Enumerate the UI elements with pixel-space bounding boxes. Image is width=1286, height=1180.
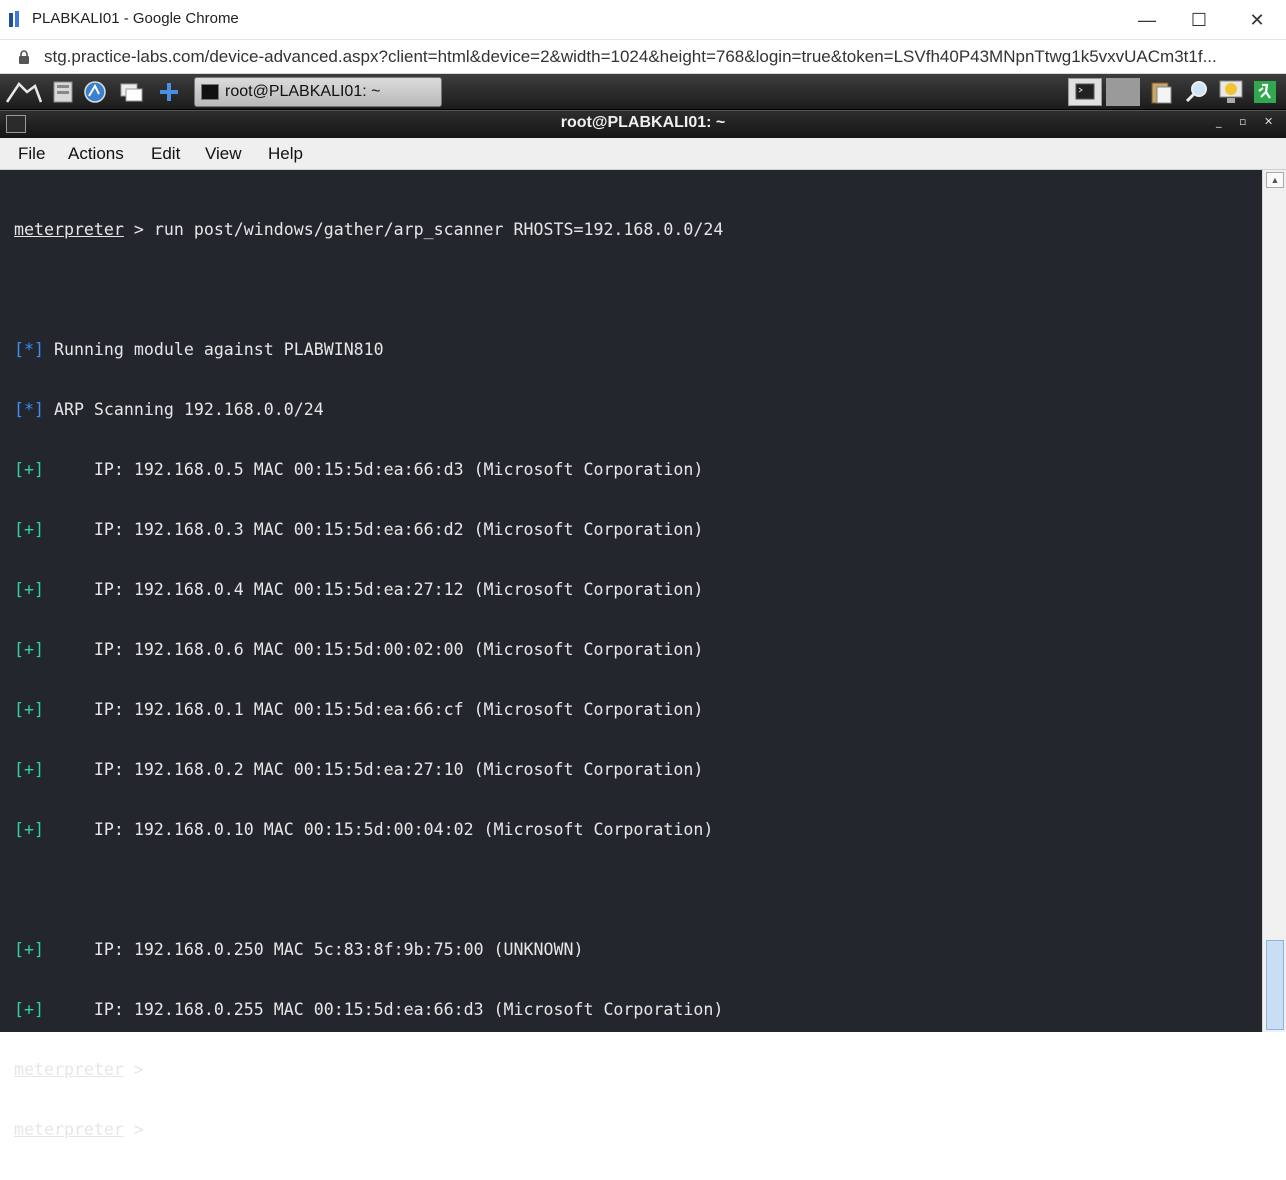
minimize-button[interactable]: —: [1124, 6, 1170, 34]
menu-help[interactable]: Help: [268, 144, 303, 164]
terminal-minimize-icon[interactable]: _: [1216, 115, 1222, 128]
maximize-button[interactable]: ☐: [1176, 6, 1222, 34]
result-tag: [+]: [14, 580, 44, 599]
menu-bar: File Actions Edit View Help: [0, 138, 1286, 170]
result-tag: [+]: [14, 820, 44, 839]
prompt-label: meterpreter: [14, 1120, 124, 1139]
browser-icon[interactable]: [82, 79, 108, 105]
result-text: IP: 192.168.0.5 MAC 00:15:5d:ea:66:d3 (M…: [43, 460, 704, 479]
result-tag: [+]: [14, 700, 44, 719]
text-cursor: [153, 1120, 164, 1138]
result-text: IP: 192.168.0.255 MAC 00:15:5d:ea:66:d3 …: [43, 1000, 724, 1019]
info-tag: [*]: [14, 340, 44, 359]
search-icon[interactable]: [1184, 79, 1210, 105]
menu-file[interactable]: File: [18, 144, 45, 164]
command-line: meterpreter > run post/windows/gather/ar…: [14, 220, 723, 240]
result-text: IP: 192.168.0.10 MAC 00:15:5d:00:04:02 (…: [43, 820, 714, 839]
menu-edit[interactable]: Edit: [151, 144, 180, 164]
command-text: > run post/windows/gather/arp_scanner RH…: [123, 220, 724, 239]
menu-actions[interactable]: Actions: [68, 144, 124, 164]
result-line: [+] IP: 192.168.0.5 MAC 00:15:5d:ea:66:d…: [14, 460, 723, 480]
maximize-icon: ☐: [1190, 9, 1208, 30]
minimize-icon: —: [1138, 9, 1156, 30]
close-icon: ✕: [1249, 9, 1265, 30]
clipboard-icon[interactable]: [1148, 79, 1174, 105]
result-text: IP: 192.168.0.6 MAC 00:15:5d:00:02:00 (M…: [43, 640, 704, 659]
prompt-suffix: >: [123, 1120, 154, 1139]
lock-icon[interactable]: [18, 50, 30, 64]
add-icon[interactable]: [156, 79, 182, 105]
file-manager-icon[interactable]: [50, 79, 76, 105]
terminal-icon: [201, 84, 219, 100]
result-line: [+] IP: 192.168.0.255 MAC 00:15:5d:ea:66…: [14, 1000, 723, 1020]
terminal-window-title: root@PLABKALI01: ~: [560, 114, 726, 131]
desktop-top-panel: root@PLABKALI01: ~: [0, 74, 1286, 110]
lightbulb-icon[interactable]: [1218, 79, 1244, 105]
result-tag: [+]: [14, 940, 44, 959]
prompt-label: meterpreter: [14, 220, 124, 239]
result-line: [+] IP: 192.168.0.10 MAC 00:15:5d:00:04:…: [14, 820, 723, 840]
result-line: [+] IP: 192.168.0.3 MAC 00:15:5d:ea:66:d…: [14, 520, 723, 540]
browser-window-title: PLABKALI01 - Google Chrome: [32, 10, 239, 27]
prompt-suffix: >: [123, 1060, 154, 1079]
result-line: [+] IP: 192.168.0.4 MAC 00:15:5d:ea:27:1…: [14, 580, 723, 600]
taskbar-terminal-label: root@PLABKALI01: ~: [225, 83, 381, 100]
result-tag: [+]: [14, 460, 44, 479]
result-text: IP: 192.168.0.4 MAC 00:15:5d:ea:27:12 (M…: [43, 580, 704, 599]
prompt-line: meterpreter >: [14, 1060, 723, 1080]
terminal-tray-icon[interactable]: [1068, 78, 1102, 106]
info-line: [*] ARP Scanning 192.168.0.0/24: [14, 400, 723, 420]
address-bar[interactable]: stg.practice-labs.com/device-advanced.as…: [0, 40, 1286, 74]
site-favicon-icon: [9, 11, 19, 27]
exit-icon[interactable]: [1252, 79, 1278, 105]
result-text: IP: 192.168.0.2 MAC 00:15:5d:ea:27:10 (M…: [43, 760, 704, 779]
result-tag: [+]: [14, 760, 44, 779]
info-line: [*] Running module against PLABWIN810: [14, 340, 723, 360]
menu-view[interactable]: View: [205, 144, 242, 164]
terminal-close-icon[interactable]: ✕: [1264, 115, 1273, 128]
terminal-output-area[interactable]: meterpreter > run post/windows/gather/ar…: [0, 170, 1262, 1139]
url-text[interactable]: stg.practice-labs.com/device-advanced.as…: [44, 47, 1217, 67]
close-button[interactable]: ✕: [1234, 6, 1280, 34]
scroll-up-button[interactable]: ▲: [1266, 172, 1284, 188]
scroll-thumb[interactable]: [1266, 940, 1284, 1030]
tray-placeholder: [1106, 78, 1140, 106]
result-line: [+] IP: 192.168.0.6 MAC 00:15:5d:00:02:0…: [14, 640, 723, 660]
taskbar-terminal-button[interactable]: root@PLABKALI01: ~: [194, 77, 442, 107]
result-tag: [+]: [14, 520, 44, 539]
info-tag: [*]: [14, 400, 44, 419]
result-text: IP: 192.168.0.3 MAC 00:15:5d:ea:66:d2 (M…: [43, 520, 704, 539]
terminal-scrollbar[interactable]: ▲: [1262, 170, 1286, 1032]
terminal-lines: meterpreter > run post/windows/gather/ar…: [14, 180, 723, 1180]
info-text: Running module against PLABWIN810: [43, 340, 384, 359]
terminal-maximize-icon[interactable]: ▫: [1239, 115, 1246, 128]
result-text: IP: 192.168.0.250 MAC 5c:83:8f:9b:75:00 …: [43, 940, 584, 959]
kali-dragon-icon[interactable]: [4, 79, 44, 105]
window-switch-icon[interactable]: [118, 79, 144, 105]
chevron-up-icon: ▲: [1270, 175, 1280, 185]
result-text: IP: 192.168.0.1 MAC 00:15:5d:ea:66:cf (M…: [43, 700, 704, 719]
result-tag: [+]: [14, 640, 44, 659]
result-line: [+] IP: 192.168.0.2 MAC 00:15:5d:ea:27:1…: [14, 760, 723, 780]
browser-title-bar: PLABKALI01 - Google Chrome — ☐ ✕: [0, 0, 1286, 40]
result-line: [+] IP: 192.168.0.250 MAC 5c:83:8f:9b:75…: [14, 940, 723, 960]
terminal-title-bar: root@PLABKALI01: ~ _ ▫ ✕: [0, 110, 1286, 138]
info-text: ARP Scanning 192.168.0.0/24: [43, 400, 324, 419]
result-tag: [+]: [14, 1000, 44, 1019]
active-prompt-line[interactable]: meterpreter >: [14, 1120, 723, 1140]
result-line: [+] IP: 192.168.0.1 MAC 00:15:5d:ea:66:c…: [14, 700, 723, 720]
prompt-label: meterpreter: [14, 1060, 124, 1079]
